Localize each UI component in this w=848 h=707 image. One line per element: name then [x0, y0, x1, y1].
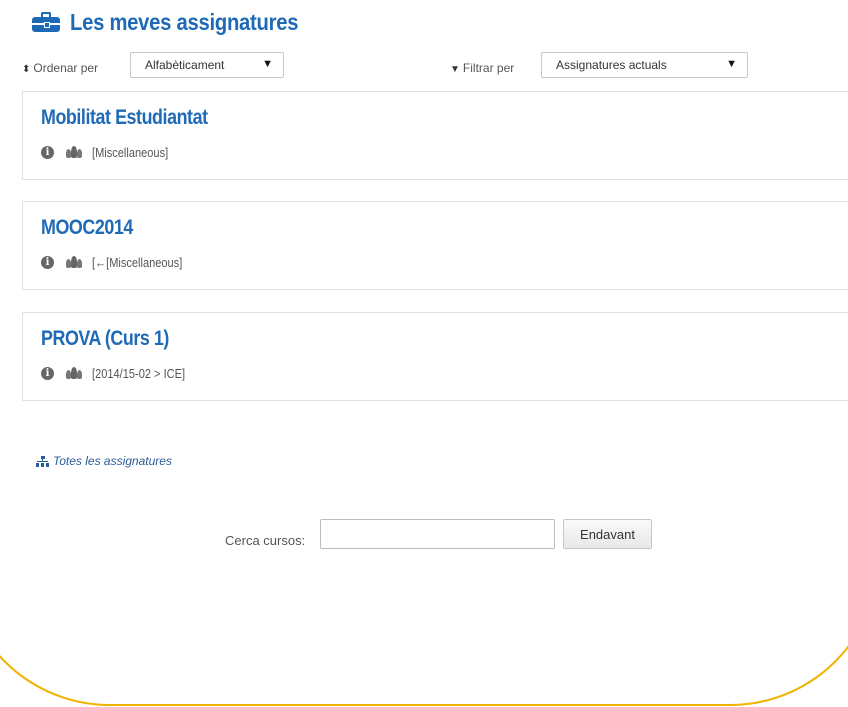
info-icon[interactable]: i	[41, 255, 54, 269]
all-courses-link[interactable]: Totes les assignatures	[36, 454, 172, 468]
briefcase-icon	[32, 12, 60, 32]
course-title-link[interactable]: MOOC2014	[41, 216, 133, 240]
controls-row: ⬍ Ordenar per Alfabèticament ▼ ▼ Filtrar p…	[22, 52, 848, 80]
search-input[interactable]	[320, 519, 555, 549]
group-icon[interactable]	[66, 256, 82, 268]
search-label: Cerca cursos:	[225, 533, 306, 548]
search-button[interactable]: Endavant	[563, 519, 652, 549]
course-category: [2014/15-02 > ICE]	[92, 365, 186, 381]
sort-label: ⬍ Ordenar per	[22, 61, 99, 75]
filter-icon: ▼	[450, 64, 460, 75]
sort-select[interactable]: Alfabèticament ▼	[130, 52, 284, 78]
caret-down-icon: ▼	[726, 58, 737, 70]
course-card: Mobilitat Estudiantat i [Miscellaneous]	[22, 91, 848, 180]
course-meta: i [←[Miscellaneous]	[41, 254, 198, 270]
sort-icon: ⬍	[22, 64, 31, 75]
group-icon[interactable]	[66, 146, 82, 158]
course-title-link[interactable]: Mobilitat Estudiantat	[41, 106, 208, 130]
info-icon[interactable]: i	[41, 366, 54, 380]
course-category: [Miscellaneous]	[92, 144, 169, 160]
group-icon[interactable]	[66, 367, 82, 379]
all-courses-link-label[interactable]: Totes les assignatures	[53, 454, 172, 468]
course-title-link[interactable]: PROVA (Curs 1)	[41, 327, 169, 351]
sitemap-icon	[36, 455, 49, 467]
filter-select[interactable]: Assignatures actuals ▼	[541, 52, 748, 78]
course-category: [←[Miscellaneous]	[92, 254, 183, 270]
caret-down-icon: ▼	[262, 58, 273, 70]
course-card: PROVA (Curs 1) i [2014/15-02 > ICE]	[22, 312, 848, 401]
course-card: MOOC2014 i [←[Miscellaneous]	[22, 201, 848, 290]
sort-select-value: Alfabèticament	[145, 58, 225, 72]
page-title: Les meves assignatures	[70, 8, 299, 35]
course-meta: i [Miscellaneous]	[41, 144, 182, 160]
filter-label: ▼ Filtrar per	[450, 61, 515, 75]
page-header: Les meves assignatures	[32, 6, 329, 38]
filter-select-value: Assignatures actuals	[556, 58, 667, 72]
info-icon[interactable]: i	[41, 145, 54, 159]
course-meta: i [2014/15-02 > ICE]	[41, 365, 202, 381]
